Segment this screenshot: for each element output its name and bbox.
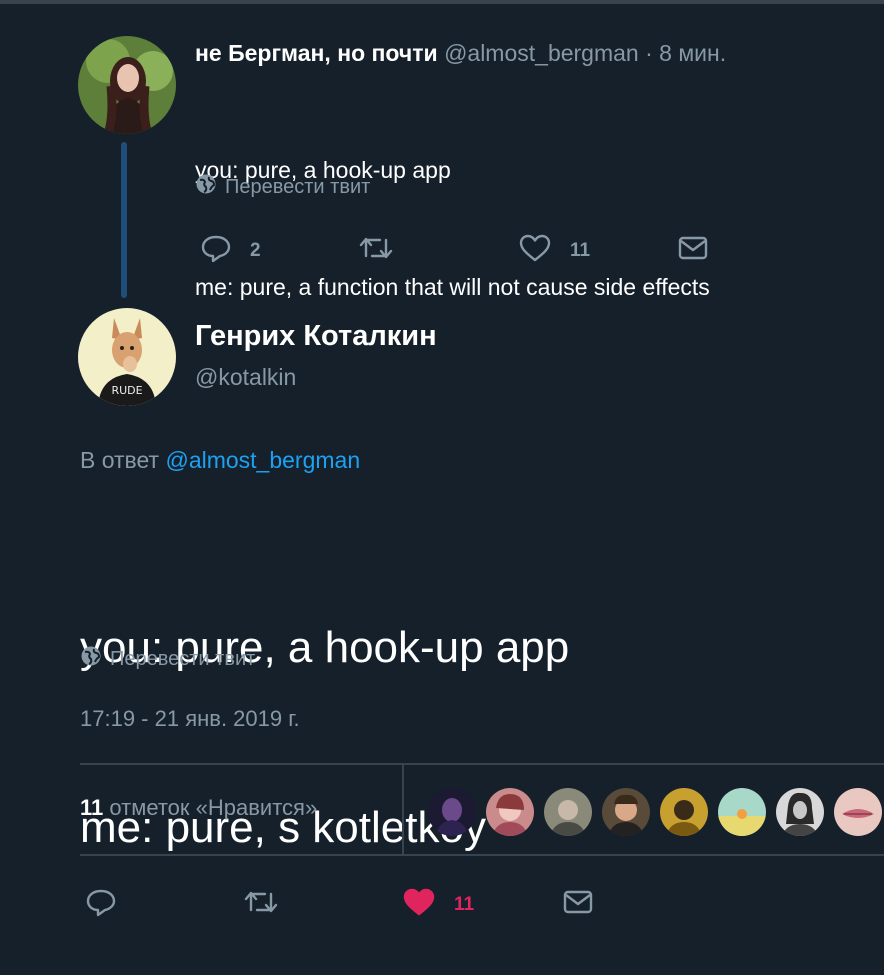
likes-label: отметок «Нравится»	[109, 795, 318, 820]
parent-author-name[interactable]: не Бергман, но почти	[195, 40, 438, 66]
parent-like-count: 11	[570, 240, 591, 261]
heart-icon	[518, 232, 552, 270]
reply-icon	[85, 886, 117, 924]
tweet-timestamp[interactable]: 17:19 - 21 янв. 2019 г.	[80, 706, 300, 732]
reply-icon	[200, 232, 232, 270]
parent-like-button[interactable]: 11	[518, 232, 590, 270]
main-like-count: 11	[454, 894, 475, 915]
parent-tweet-header: не Бергман, но почти @almost_bergman · 8…	[195, 40, 726, 67]
liker-avatar[interactable]	[544, 788, 592, 836]
svg-text:RUDE: RUDE	[111, 384, 142, 397]
liker-avatar[interactable]	[776, 788, 824, 836]
main-like-button[interactable]: 11	[402, 886, 474, 924]
divider	[402, 763, 404, 856]
liker-avatar[interactable]	[602, 788, 650, 836]
main-translate-label: Перевести твит	[110, 647, 256, 670]
retweet-icon	[243, 886, 279, 924]
parent-tweet-text: you: pure, a hook-up app me: pure, a fun…	[195, 73, 710, 346]
main-retweet-button[interactable]	[243, 886, 279, 924]
parent-reply-count: 2	[250, 240, 261, 261]
likes-number: 11	[80, 795, 104, 820]
parent-translate-link[interactable]: Перевести твит	[195, 173, 370, 201]
reply-prefix: В ответ	[80, 447, 160, 473]
parent-retweet-button[interactable]	[358, 232, 394, 270]
parent-time-ago[interactable]: · 8 мин.	[645, 40, 726, 66]
liker-avatar[interactable]	[834, 788, 882, 836]
parent-author-avatar[interactable]	[78, 36, 176, 134]
globe-icon	[80, 645, 102, 673]
parent-tweet-line: me: pure, a function that will not cause…	[195, 274, 710, 300]
main-translate-link[interactable]: Перевести твит	[80, 645, 255, 673]
parent-dm-button[interactable]	[677, 232, 709, 270]
main-author-handle[interactable]: @kotalkin	[195, 364, 296, 391]
top-border	[0, 0, 884, 4]
liker-avatar[interactable]	[486, 788, 534, 836]
heart-icon	[402, 886, 436, 924]
parent-translate-label: Перевести твит	[225, 175, 371, 198]
divider	[80, 763, 884, 765]
globe-icon	[195, 173, 217, 201]
liker-avatar[interactable]	[660, 788, 708, 836]
main-dm-button[interactable]	[562, 886, 594, 924]
liker-avatar[interactable]	[428, 788, 476, 836]
likes-summary[interactable]: 11 отметок «Нравится»	[80, 795, 317, 821]
liker-avatar[interactable]	[718, 788, 766, 836]
main-reply-button[interactable]	[85, 886, 117, 924]
main-author-name[interactable]: Генрих Коталкин	[195, 320, 437, 353]
reply-to-link[interactable]: @almost_bergman	[165, 447, 360, 473]
parent-author-handle[interactable]: @almost_bergman	[444, 40, 639, 66]
parent-reply-button[interactable]: 2	[200, 232, 261, 270]
dm-icon	[562, 886, 594, 924]
divider	[80, 854, 884, 856]
dm-icon	[677, 232, 709, 270]
retweet-icon	[358, 232, 394, 270]
reply-to-line: В ответ @almost_bergman	[80, 447, 360, 474]
thread-connector-line	[121, 142, 127, 298]
main-author-avatar[interactable]: RUDE	[78, 308, 176, 406]
